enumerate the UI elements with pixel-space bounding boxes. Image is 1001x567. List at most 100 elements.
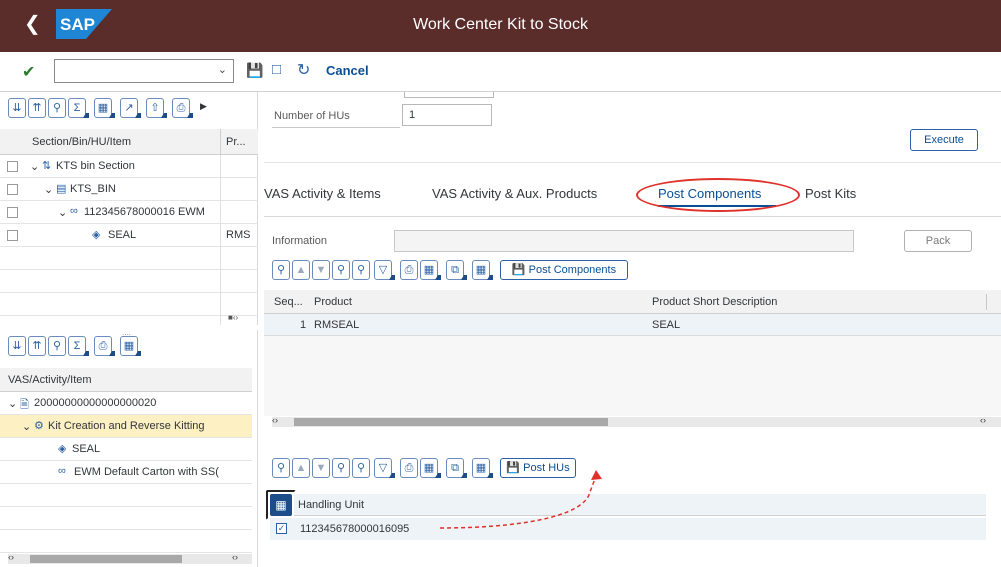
components-button-strip: ⚲ ▲ ▼ ⚲ ⚲ ▽ ⎙ ▦ ⧉ ▦ 💾 Post Components (272, 260, 772, 282)
product-icon: ◈ (58, 443, 67, 455)
search-icon[interactable]: ⚲ (48, 336, 66, 356)
row-checkbox[interactable] (7, 184, 18, 195)
scroll-right-icon[interactable]: ‹› (232, 552, 238, 562)
hus-field[interactable]: 1 (402, 104, 492, 126)
command-field[interactable]: ⌄ (54, 59, 234, 83)
chevron-down-icon[interactable]: ⌄ (22, 420, 31, 433)
empty-row (0, 484, 252, 507)
layout-icon[interactable]: ▦ (472, 260, 493, 280)
collapse-all-icon[interactable]: ⇈ (28, 98, 46, 118)
link-icon: ∞ (70, 205, 78, 217)
search-icon[interactable]: ⚲ (48, 98, 66, 118)
left-top-grid-header: Section/Bin/HU/Item Pr... (0, 129, 258, 155)
new-session-icon[interactable]: □ (272, 61, 281, 78)
annotation-ellipse (636, 178, 800, 212)
tree-cell: RMS (226, 229, 251, 241)
row-checkbox[interactable] (7, 207, 18, 218)
tab-vas-activity-items[interactable]: VAS Activity & Items (264, 186, 381, 201)
chevron-down-icon[interactable]: ⌄ (8, 397, 17, 410)
column-header: Pr... (226, 136, 246, 148)
scroll-arrows-icon[interactable]: ■‹› (228, 313, 238, 322)
left-bottom-grid-header: VAS/Activity/Item (0, 368, 252, 392)
scroll-left-icon[interactable]: ‹› (272, 415, 278, 425)
table-row[interactable]: 1 RMSEAL SEAL (264, 314, 1001, 336)
pack-button[interactable]: Pack (904, 230, 972, 252)
chart-icon[interactable]: ↗ (120, 98, 141, 118)
print-icon[interactable]: ⎙ (172, 98, 193, 118)
search-icon[interactable]: ⚲ (332, 260, 350, 280)
upload-icon[interactable]: ⇧ (146, 98, 167, 118)
section-icon: ⇅ (42, 160, 52, 172)
chevron-down-icon[interactable]: ⌄ (30, 160, 39, 173)
information-label: Information (272, 235, 328, 247)
print-icon[interactable]: ⎙ (400, 260, 418, 280)
tree-label: KTS_BIN (70, 183, 116, 195)
post-components-label: Post Components (528, 264, 617, 276)
layout-icon[interactable]: ▦ (120, 336, 141, 356)
post-components-button[interactable]: 💾 Post Components (500, 260, 628, 280)
scroll-right-icon[interactable]: ‹› (980, 415, 986, 425)
column-header: Section/Bin/HU/Item (32, 136, 132, 148)
product-icon: ◈ (92, 229, 101, 241)
divider (264, 162, 1001, 163)
collapse-all-icon[interactable]: ⇈ (28, 336, 46, 356)
chevron-down-icon[interactable]: ⌄ (58, 206, 67, 219)
information-field (394, 230, 854, 252)
column-header: Product (314, 296, 352, 308)
cancel-button[interactable]: Cancel (326, 63, 369, 78)
chevron-down-icon[interactable]: ⌄ (44, 183, 53, 196)
search-next-icon[interactable]: ⚲ (352, 260, 370, 280)
scroll-left-icon[interactable]: ‹› (8, 552, 14, 562)
save-icon[interactable]: 💾 (246, 62, 263, 79)
confirm-check-icon[interactable]: ✔ (22, 62, 35, 82)
scroll-thumb[interactable] (30, 555, 182, 563)
sort-asc-icon[interactable]: ▲ (292, 260, 310, 280)
sum-icon[interactable]: Σ (68, 98, 89, 118)
column-header: Seq... (274, 296, 303, 308)
expand-all-icon[interactable]: ⇊ (8, 336, 26, 356)
row-checkbox[interactable] (7, 161, 18, 172)
components-empty-area (264, 336, 1001, 416)
filter-icon[interactable]: ▽ (374, 260, 395, 280)
column-divider (220, 155, 221, 325)
tab-vas-activity-aux-products[interactable]: VAS Activity & Aux. Products (432, 186, 597, 201)
tree-label: 112345678000016 EWM (84, 206, 205, 218)
tab-post-kits[interactable]: Post Kits (805, 186, 856, 201)
chevron-down-icon[interactable]: ⌄ (218, 63, 227, 76)
tree-label: KTS bin Section (56, 160, 135, 172)
print-icon[interactable]: ⎙ (94, 336, 115, 356)
tree-label: EWM Default Carton with SS( (74, 466, 219, 478)
more-icon[interactable]: ▶ (200, 101, 207, 112)
components-scrollbar[interactable]: ‹› ‹› (272, 415, 1001, 427)
tab-divider (264, 216, 1001, 217)
bin-icon: ▤ (56, 183, 67, 195)
row-checkbox[interactable] (7, 230, 18, 241)
horizontal-scrollbar[interactable]: ‹› ‹› (8, 552, 252, 564)
column-divider (220, 129, 221, 155)
sort-desc-icon[interactable]: ▼ (312, 260, 330, 280)
empty-row (0, 530, 252, 553)
seq-cell: 1 (300, 319, 307, 331)
left-bottom-pane: .... ⇊ ⇈ ⚲ Σ ⎙ ▦ VAS/Activity/Item ⌄ 🗎 2… (0, 328, 258, 567)
layout-icon[interactable]: ▦ (94, 98, 115, 118)
components-grid-header: Seq... Product Product Short Description (264, 290, 1001, 314)
refresh-icon[interactable]: ↻ (297, 60, 310, 80)
tree-row[interactable]: ∞ EWM Default Carton with SS( (0, 461, 252, 484)
tree-row[interactable]: ⌄ 🗎 20000000000000000020 (0, 392, 252, 415)
hus-label-box: Number of HUs (272, 106, 400, 128)
field-partial[interactable] (404, 92, 494, 98)
export-icon[interactable]: ▦ (420, 260, 441, 280)
left-top-button-strip: ⇊ ⇈ ⚲ Σ ▦ ↗ ⇧ ⎙ ▶ (8, 98, 258, 120)
zoom-icon[interactable]: ⚲ (272, 260, 290, 280)
tree-row[interactable]: ◈ SEAL (0, 438, 252, 461)
tree-row-selected[interactable]: ⌄ ⚙ Kit Creation and Reverse Kitting (0, 415, 252, 438)
document-icon: 🗎 (20, 399, 29, 411)
product-cell: RMSEAL (314, 319, 360, 331)
scroll-thumb[interactable] (294, 418, 608, 426)
toolbar: ✔ ⌄ 💾 □ ↻ Cancel (0, 52, 1001, 92)
copy-icon[interactable]: ⧉ (446, 260, 467, 280)
tree-label: SEAL (72, 443, 101, 455)
sum-icon[interactable]: Σ (68, 336, 89, 356)
execute-button[interactable]: Execute (910, 129, 978, 151)
expand-all-icon[interactable]: ⇊ (8, 98, 26, 118)
